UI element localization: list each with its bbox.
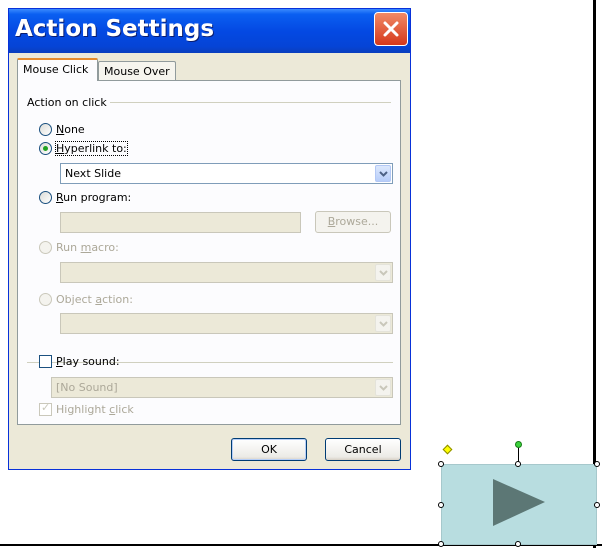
close-button[interactable] xyxy=(374,12,408,46)
resize-handle-bottom[interactable] xyxy=(515,541,521,547)
dialog-client: Mouse Click Mouse Over Action on click N… xyxy=(13,57,406,465)
object-action-label: Object action: xyxy=(56,293,133,306)
chevron-down-icon xyxy=(378,320,388,327)
resize-handle-bottom-left[interactable] xyxy=(438,541,444,547)
tab-mouse-over-label: Mouse Over xyxy=(104,65,170,78)
title-bar[interactable]: Action Settings xyxy=(9,9,410,53)
highlight-click-label: Highlight click xyxy=(56,403,134,416)
action-settings-dialog: Action Settings Mouse Click Mouse Over A… xyxy=(8,8,411,470)
macro-combo[interactable] xyxy=(60,262,393,283)
checkmark-icon: ✓ xyxy=(41,401,51,414)
run-program-rest: un program: xyxy=(63,191,132,204)
action-on-click-label: Action on click xyxy=(27,96,110,109)
sound-combo[interactable]: [No Sound] xyxy=(51,377,393,398)
program-field[interactable] xyxy=(60,212,301,233)
object-action-combo[interactable] xyxy=(60,313,393,334)
dialog-title: Action Settings xyxy=(15,16,215,42)
resize-handle-top-left[interactable] xyxy=(438,461,444,467)
highlight-click-rest: lick xyxy=(115,403,134,416)
none-rest: one xyxy=(64,123,85,136)
play-arrow-icon xyxy=(493,479,545,526)
run-macro-label: Run macro: xyxy=(56,241,119,254)
none-radio[interactable] xyxy=(39,123,52,136)
object-action-dropdown-button[interactable] xyxy=(375,315,391,332)
run-program-radio[interactable] xyxy=(39,191,52,204)
rotation-handle[interactable] xyxy=(515,441,522,448)
highlight-click-checkbox[interactable]: ✓ xyxy=(39,401,52,416)
none-label[interactable]: None xyxy=(56,123,85,136)
object-action-radio[interactable] xyxy=(39,293,52,306)
ok-button[interactable]: OK xyxy=(231,438,307,461)
sound-dropdown-button[interactable] xyxy=(375,379,391,396)
hyperlink-dropdown-button[interactable] xyxy=(375,165,391,182)
run-macro-rest: acro: xyxy=(91,241,119,254)
resize-handle-top[interactable] xyxy=(515,461,521,467)
resize-handle-top-right[interactable] xyxy=(594,461,600,467)
run-macro-prefix: Run xyxy=(56,241,81,254)
cancel-button[interactable]: Cancel xyxy=(325,438,401,461)
browse-rest: rowse... xyxy=(335,215,379,228)
radio-selected-dot xyxy=(43,146,48,151)
chevron-down-icon xyxy=(378,269,388,276)
macro-dropdown-button[interactable] xyxy=(375,264,391,281)
highlight-click-prefix: Highlight xyxy=(56,403,110,416)
sound-value: [No Sound] xyxy=(56,381,118,394)
play-sound-accel: P xyxy=(56,355,63,368)
adjustment-handle[interactable] xyxy=(442,444,453,455)
play-sound-checkbox[interactable] xyxy=(39,355,52,368)
run-macro-accel: m xyxy=(80,241,92,254)
resize-handle-right[interactable] xyxy=(594,502,600,508)
close-icon xyxy=(383,21,399,37)
tab-panel-mouse-click: Action on click None Hyperlink to: Next … xyxy=(17,80,401,425)
group-divider xyxy=(108,102,391,103)
object-action-prefix: Object xyxy=(56,293,96,306)
tab-mouse-click[interactable]: Mouse Click xyxy=(17,58,98,81)
hyperlink-rest: yperlink to: xyxy=(64,142,127,155)
chevron-down-icon xyxy=(378,170,388,177)
rotation-handle-line xyxy=(518,448,519,462)
tab-mouse-click-label: Mouse Click xyxy=(23,63,89,76)
object-action-rest: ction: xyxy=(102,293,133,306)
tab-mouse-over[interactable]: Mouse Over xyxy=(98,61,176,81)
browse-button[interactable]: Browse... xyxy=(315,211,391,233)
play-sound-label[interactable]: Play sound: xyxy=(56,355,120,368)
hyperlink-radio[interactable] xyxy=(39,142,52,155)
run-program-label[interactable]: Run program: xyxy=(56,191,131,204)
run-macro-radio[interactable] xyxy=(39,241,52,254)
hyperlink-value: Next Slide xyxy=(65,167,121,180)
hyperlink-combo[interactable]: Next Slide xyxy=(60,163,393,184)
action-button-shape[interactable] xyxy=(441,464,597,545)
chevron-down-icon xyxy=(378,384,388,391)
none-accel: N xyxy=(56,123,65,136)
play-sound-rest: lay sound: xyxy=(62,355,120,368)
hyperlink-label[interactable]: Hyperlink to: xyxy=(55,141,128,156)
resize-handle-left[interactable] xyxy=(438,502,444,508)
